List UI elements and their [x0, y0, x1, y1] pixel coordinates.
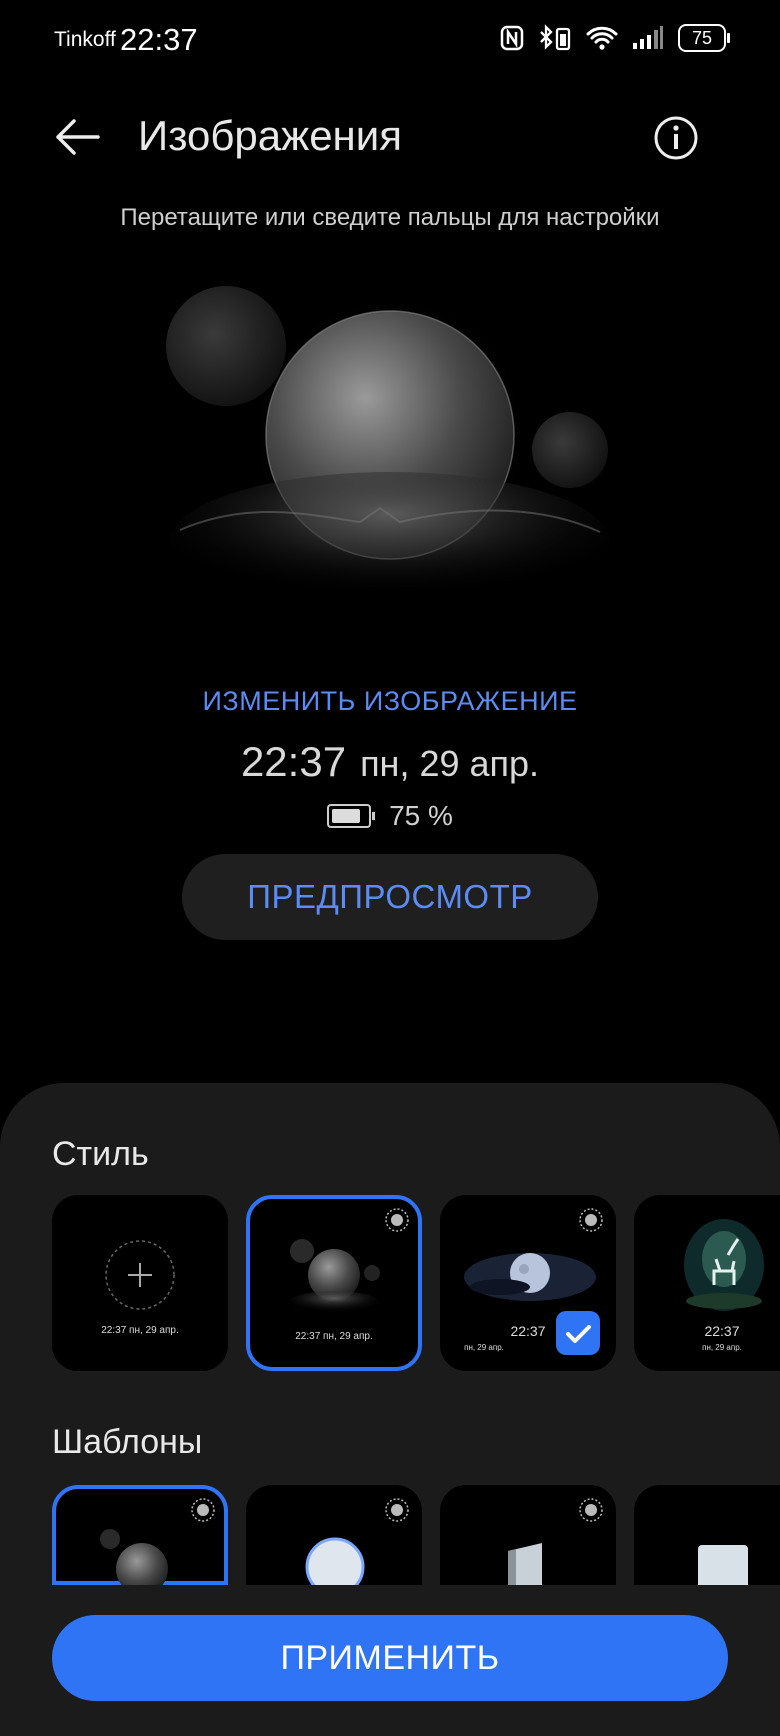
template-card-sphere[interactable]	[52, 1485, 228, 1585]
lockscreen-battery: 75 %	[0, 800, 780, 832]
live-wallpaper-icon	[385, 1498, 409, 1522]
ring-thumbnail	[305, 1537, 365, 1585]
status-bar: Tinkoff 22:37 75	[0, 0, 780, 80]
template-card-ring[interactable]	[246, 1485, 422, 1585]
battery-indicator: 75	[678, 24, 730, 52]
add-icon	[105, 1240, 175, 1310]
carrier-name: Tinkoff	[54, 28, 116, 51]
lockscreen-time: 22:37	[240, 738, 347, 785]
lockscreen-time-date: 22:37 пн, 29 апр.	[0, 738, 780, 786]
signal-icon	[633, 26, 663, 49]
square-thumbnail	[698, 1545, 748, 1585]
nfc-icon	[500, 25, 524, 51]
lockscreen-date: пн, 29 апр.	[360, 743, 540, 784]
gesture-hint: Перетащите или сведите пальцы для настро…	[120, 204, 660, 231]
style-card-time: 22:37 пн, 29 апр.	[101, 1325, 179, 1336]
battery-icon	[327, 804, 376, 828]
live-wallpaper-icon	[385, 1208, 409, 1232]
page-title: Изображения	[138, 112, 402, 159]
style-card-date: пн, 29 апр.	[702, 1343, 742, 1352]
sphere-thumbnail	[100, 1529, 168, 1585]
panel-thumbnail	[508, 1543, 542, 1585]
live-wallpaper-icon	[191, 1498, 215, 1522]
info-icon[interactable]	[654, 116, 698, 160]
back-arrow-icon[interactable]	[52, 112, 102, 162]
wallpaper-preview[interactable]	[150, 260, 630, 640]
style-card-add[interactable]: 22:37 пн, 29 апр.	[52, 1195, 228, 1371]
style-card-time: 22:37 пн, 29 апр.	[295, 1331, 373, 1342]
style-section-title: Стиль	[52, 1135, 149, 1173]
sphere-thumbnail	[288, 1239, 380, 1315]
style-card-sphere[interactable]: 22:37 пн, 29 апр.	[246, 1195, 422, 1371]
checkmark-icon	[556, 1311, 600, 1355]
bluetooth-battery-icon	[540, 24, 571, 51]
template-card-panel[interactable]	[440, 1485, 616, 1585]
style-list: 22:37 пн, 29 апр. 22:37 пн, 29 апр. 22:3…	[52, 1195, 780, 1371]
status-icons: 75	[500, 24, 730, 52]
status-clock: 22:37	[120, 22, 198, 57]
templates-section-title: Шаблоны	[52, 1423, 203, 1461]
style-card-date: пн, 29 апр.	[464, 1343, 504, 1352]
live-wallpaper-icon	[579, 1498, 603, 1522]
battery-percent: 75 %	[389, 800, 453, 831]
template-card-square[interactable]	[634, 1485, 780, 1585]
preview-button[interactable]: ПРЕДПРОСМОТР	[182, 854, 598, 940]
style-card-moon[interactable]: 22:37 пн, 29 апр.	[440, 1195, 616, 1371]
moon-thumbnail	[464, 1253, 596, 1301]
style-card-deer[interactable]: 22:37 пн, 29 апр.	[634, 1195, 780, 1371]
style-card-time: 22:37	[704, 1323, 740, 1339]
apply-button[interactable]: ПРИМЕНИТЬ	[52, 1615, 728, 1701]
change-image-link[interactable]: ИЗМЕНИТЬ ИЗОБРАЖЕНИЕ	[0, 686, 780, 717]
wifi-icon	[586, 26, 618, 50]
deer-thumbnail	[684, 1219, 764, 1311]
